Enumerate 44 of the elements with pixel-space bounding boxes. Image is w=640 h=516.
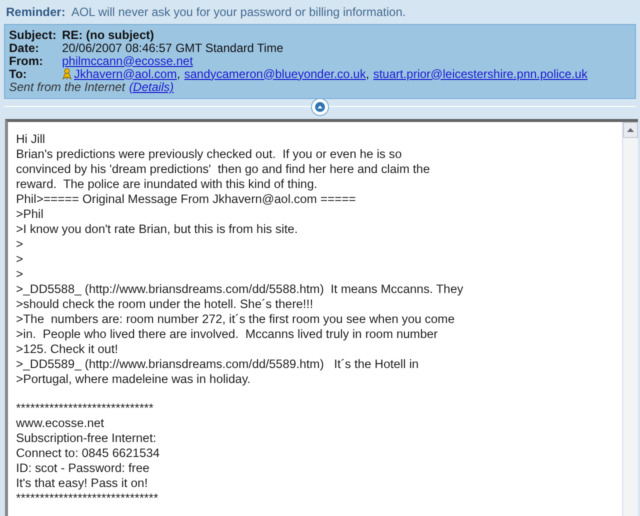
details-link[interactable]: (Details) xyxy=(129,80,174,94)
email-link[interactable]: sandycameron@blueyonder.co.uk xyxy=(184,66,366,80)
message-line: ID: scot - Password: free xyxy=(16,461,150,476)
email-link[interactable]: philmccann@ecosse.net xyxy=(62,54,193,68)
caret-icon xyxy=(627,128,634,132)
message-line: > xyxy=(16,267,24,282)
field-value: RE: (no subject) xyxy=(62,28,154,42)
email-link[interactable]: Jkhavern@aol.com xyxy=(62,66,177,80)
sent-from-text: Sent from the Internet xyxy=(9,80,126,94)
reminder-text: AOL will never ask you for your password or billing information. xyxy=(71,5,406,19)
message-line: >125. Check it out! xyxy=(16,342,119,357)
message-line: >in. People who lived there are involved. Mccanns lived truly in room number xyxy=(16,327,439,342)
buddy-icon xyxy=(62,68,72,80)
message-line: >should check the room under the hotell. She´s there!!! xyxy=(16,297,314,312)
message-line: Phil>===== Original Message From Jkhavern@aol.com ===== xyxy=(16,192,357,207)
reminder-label: Reminder: xyxy=(6,5,66,19)
field-label: From: xyxy=(9,54,44,68)
message-line: >_DD5588_ (http://www.briansdreams.com/dd/5588.htm) It means Mccanns. They xyxy=(16,282,464,297)
field-label: Date: xyxy=(9,40,40,54)
message-line: >_DD5589_ (http://www.briansdreams.com/dd/5589.htm) It´s the Hotell in xyxy=(16,357,420,372)
message-line: Brian's predictions were previously checked out. If you or even he is so xyxy=(16,147,403,162)
separator: , xyxy=(366,66,370,80)
message-line: > xyxy=(16,252,24,267)
message-line: >I know you don't rate Brian, but this is from his site. xyxy=(16,222,299,237)
message-line: > xyxy=(16,237,24,252)
field-value: 20/06/2007 08:46:57 GMT Standard Time xyxy=(62,40,284,54)
collapse-button[interactable] xyxy=(311,98,329,116)
field-label: Subject: xyxy=(9,28,58,42)
message-line: Connect to: 0845 6621534 xyxy=(16,446,161,461)
message-line: >Phil xyxy=(16,207,44,222)
email-link[interactable]: stuart.prior@leicestershire.pnn.police.uk xyxy=(373,66,588,80)
message-line: reward. The police are inundated with this kind of thing. xyxy=(16,177,318,192)
separator: , xyxy=(176,66,180,80)
message-line: >Portugal, where madeleine was in holiday. xyxy=(16,372,252,387)
message-line: ***************************** xyxy=(16,401,155,416)
message-line: It's that easy! Pass it on! xyxy=(16,476,149,491)
message-line: >The numbers are: room number 272, it´s the first room you see when you come xyxy=(16,312,456,327)
message-line: Hi Jill xyxy=(16,132,46,147)
message-line: Subscription-free Internet: xyxy=(16,431,158,446)
message-line: convinced by his 'dream predictions' then go and find her here and claim the xyxy=(16,162,431,177)
scroll-up-button[interactable] xyxy=(623,122,638,138)
message-line: www.ecosse.net xyxy=(16,416,106,431)
field-label: To: xyxy=(9,66,28,80)
message-line: ****************************** xyxy=(16,491,160,506)
